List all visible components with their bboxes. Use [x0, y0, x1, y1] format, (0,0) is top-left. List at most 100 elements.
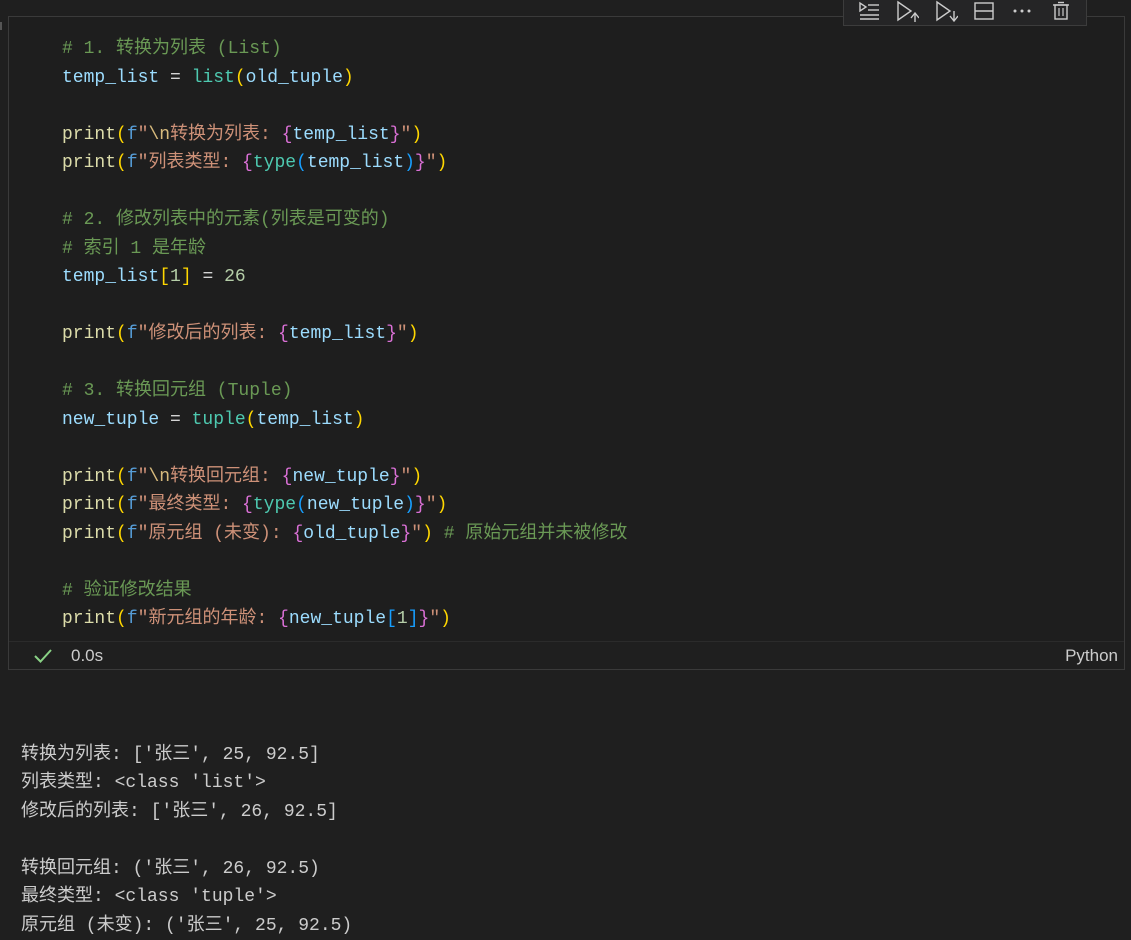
code-line[interactable]: # 索引 1 是年龄 — [62, 235, 627, 264]
code-token: new_tuple — [62, 409, 160, 430]
output-line: 列表类型: <class 'list'> — [21, 773, 266, 793]
code-line[interactable] — [62, 349, 627, 378]
code-token: } — [386, 324, 397, 344]
code-line[interactable] — [62, 178, 627, 207]
code-line[interactable]: print(f"最终类型: {type(new_tuple)}") — [62, 491, 627, 520]
execute-above-button[interactable] — [855, 0, 883, 23]
code-content[interactable]: # 1. 转换为列表 (List) temp_list = list(old_tu… — [62, 35, 627, 634]
code-line[interactable]: # 验证修改结果 — [62, 577, 627, 606]
code-token: ) — [411, 466, 423, 487]
delete-icon — [1052, 1, 1069, 20]
code-line[interactable] — [62, 548, 627, 577]
code-token: ) — [404, 495, 415, 515]
code-line[interactable]: # 3. 转换回元组 (Tuple) — [62, 377, 627, 406]
code-token: " — [411, 523, 423, 544]
code-token: } — [414, 495, 426, 515]
code-token: { — [281, 124, 293, 145]
run-and-above-button[interactable] — [893, 0, 921, 23]
split-cell-button[interactable] — [970, 0, 998, 23]
code-token: [ — [159, 267, 171, 287]
code-line[interactable]: print(f"修改后的列表: {temp_list}") — [62, 320, 627, 349]
more-actions-button[interactable] — [1008, 0, 1036, 23]
code-token: # 索引 1 是年龄 — [62, 238, 207, 259]
code-token: " — [425, 495, 437, 515]
code-line[interactable]: print(f"列表类型: {type(temp_list)}") — [62, 149, 627, 178]
code-line[interactable] — [62, 434, 627, 463]
code-token: f — [126, 495, 138, 515]
code-token: ( — [245, 409, 257, 430]
code-token: 1 — [396, 609, 408, 629]
code-line[interactable]: # 1. 转换为列表 (List) — [62, 35, 627, 64]
run-and-below-button[interactable] — [932, 0, 960, 23]
code-token: ] — [407, 609, 419, 629]
code-line[interactable]: temp_list[1] = 26 — [62, 263, 627, 292]
cell-status-bar: 0.0s Python — [9, 641, 1124, 671]
code-line[interactable]: temp_list = list(old_tuple) — [62, 64, 627, 93]
code-token: "列表类型: — [137, 153, 243, 173]
code-token: ) — [342, 67, 354, 88]
code-editor[interactable]: # 1. 转换为列表 (List) temp_list = list(old_tu… — [9, 17, 1124, 642]
code-token: { — [281, 466, 293, 487]
code-token: } — [414, 153, 426, 173]
code-token: old_tuple — [303, 523, 401, 544]
code-token: ) — [404, 153, 415, 173]
code-line[interactable]: new_tuple = tuple(temp_list) — [62, 406, 627, 435]
code-token: ( — [116, 495, 127, 515]
cell-output: 转换为列表: ['张三', 25, 92.5] 列表类型: <class 'lis… — [21, 712, 352, 940]
code-token: " — [137, 466, 149, 487]
code-token: ) — [411, 124, 423, 145]
check-icon — [34, 649, 52, 663]
code-token: { — [242, 153, 253, 173]
code-line[interactable]: print(f"\n转换为列表: {temp_list}") — [62, 121, 627, 150]
output-line: 转换为列表: ['张三', 25, 92.5] — [21, 744, 320, 765]
code-cell[interactable]: # 1. 转换为列表 (List) temp_list = list(old_tu… — [8, 16, 1125, 670]
language-label[interactable]: Python — [1065, 646, 1118, 666]
code-line[interactable]: print(f"原元组 (未变): {old_tuple}") # 原始元组并未… — [62, 520, 627, 549]
code-token: # 2. 修改列表中的元素(列表是可变的) — [62, 210, 390, 230]
code-token: { — [278, 324, 289, 344]
code-token: = — [159, 67, 192, 88]
code-token: ) — [353, 409, 365, 430]
code-token: \n — [148, 466, 171, 487]
delete-cell-button[interactable] — [1047, 0, 1075, 23]
code-token: new_tuple — [288, 609, 387, 629]
code-token: " — [137, 124, 149, 145]
code-token: " — [429, 609, 441, 629]
code-token: ) — [440, 609, 451, 629]
execute-above-icon — [859, 1, 880, 20]
code-line[interactable]: print(f"新元组的年龄: {new_tuple[1]}") — [62, 605, 627, 634]
code-token: # 原始元组并未被修改 — [432, 523, 628, 544]
code-token: # 1. 转换为列表 (List) — [62, 39, 282, 59]
code-line[interactable] — [62, 92, 627, 121]
code-token: new_tuple — [306, 495, 405, 515]
code-token: = — [159, 409, 192, 430]
code-token: old_tuple — [245, 67, 343, 88]
execution-time: 0.0s — [71, 646, 104, 665]
code-line[interactable]: print(f"\n转换回元组: {new_tuple}") — [62, 463, 627, 492]
output-line: 转换回元组: ('张三', 26, 92.5) — [21, 858, 320, 879]
code-token: # 3. 转换回元组 (Tuple) — [62, 381, 293, 401]
code-token: f — [126, 153, 138, 173]
code-token: ( — [116, 324, 127, 344]
code-token: type — [252, 495, 297, 515]
code-token: f — [126, 609, 138, 629]
code-token: { — [242, 495, 253, 515]
code-line[interactable] — [62, 292, 627, 321]
code-token: \n — [148, 124, 171, 145]
code-token: { — [292, 523, 304, 544]
code-token: ( — [234, 67, 246, 88]
code-token: ( — [116, 609, 127, 629]
code-token: } — [400, 523, 412, 544]
run-and-below-icon — [936, 0, 958, 22]
code-token: } — [389, 124, 401, 145]
gutter-marker — [0, 22, 2, 30]
code-line[interactable]: # 2. 修改列表中的元素(列表是可变的) — [62, 206, 627, 235]
code-token: ( — [116, 153, 127, 173]
code-token: temp_list — [256, 409, 354, 430]
code-token: temp_list — [292, 124, 390, 145]
code-token: f — [126, 466, 138, 487]
code-token: tuple — [191, 409, 246, 430]
code-token: ( — [116, 523, 127, 544]
